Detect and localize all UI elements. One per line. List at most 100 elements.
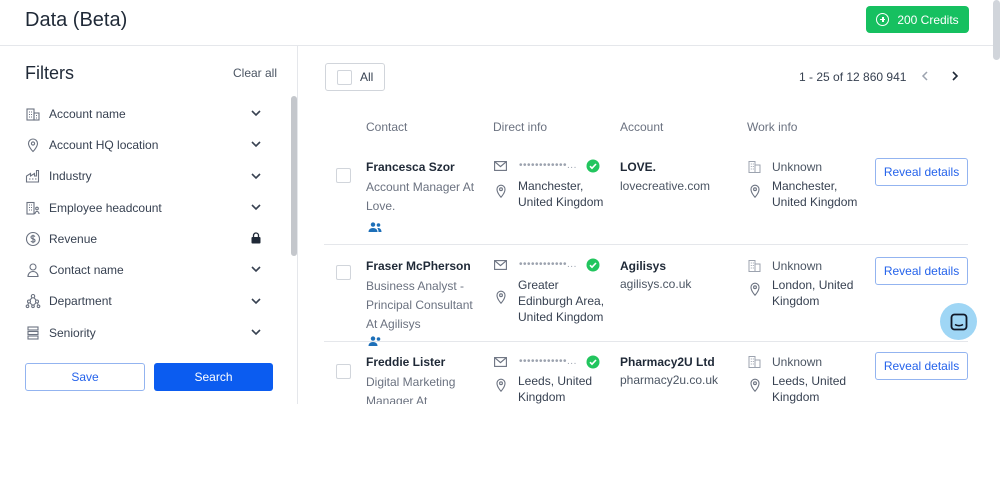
work-location: Leeds, United Kingdom bbox=[772, 374, 847, 404]
chat-launcher-button[interactable] bbox=[940, 303, 977, 340]
filter-label: Account name bbox=[49, 106, 126, 121]
work-status: Unknown bbox=[772, 355, 823, 369]
filters-scrollbar[interactable] bbox=[291, 96, 297, 256]
masked-email: ••••••••••••... bbox=[519, 259, 577, 270]
pin-icon bbox=[496, 184, 506, 198]
filter-revenue[interactable]: Revenue bbox=[25, 223, 270, 254]
pin-icon bbox=[25, 137, 41, 153]
filters-title: Filters bbox=[25, 63, 74, 83]
chevron-down-icon[interactable] bbox=[250, 326, 262, 338]
filter-label: Account HQ location bbox=[49, 137, 159, 152]
filter-account-hq-location[interactable]: Account HQ location bbox=[25, 129, 270, 160]
verified-check-icon bbox=[586, 159, 600, 173]
credits-label: 200 Credits bbox=[897, 12, 959, 27]
building-icon bbox=[748, 356, 761, 368]
page-title: Data (Beta) bbox=[25, 9, 128, 31]
work-status: Unknown bbox=[772, 160, 823, 174]
contact-title: Account Manager At Love. bbox=[366, 180, 475, 213]
account-name[interactable]: LOVE. bbox=[620, 160, 656, 174]
chevron-down-icon[interactable] bbox=[250, 138, 262, 150]
contact-name[interactable]: Francesca Szor bbox=[366, 160, 455, 174]
filter-account-name[interactable]: Account name bbox=[25, 98, 270, 129]
select-all-checkbox[interactable] bbox=[337, 69, 352, 85]
filters-panel: Filters Clear all Account name Account H… bbox=[0, 46, 298, 404]
filter-label: Revenue bbox=[49, 231, 98, 246]
contact-title: Digital Marketing Manager At bbox=[366, 375, 456, 404]
chevron-down-icon[interactable] bbox=[250, 295, 262, 307]
people-icon bbox=[368, 222, 382, 232]
contact-title: Business Analyst - Principal Consultant … bbox=[366, 279, 473, 331]
contact-name[interactable]: Freddie Lister bbox=[366, 355, 445, 369]
filter-label: Employee headcount bbox=[49, 200, 162, 215]
select-all-label: All bbox=[360, 70, 374, 84]
chevron-down-icon[interactable] bbox=[250, 107, 262, 119]
add-circle-icon bbox=[876, 13, 890, 26]
filter-seniority[interactable]: Seniority bbox=[25, 317, 270, 348]
reveal-details-button[interactable]: Reveal details bbox=[875, 257, 968, 285]
filter-contact-name[interactable]: Contact name bbox=[25, 254, 270, 285]
pagination-text: 1 - 25 of 12 860 941 bbox=[799, 70, 907, 84]
search-button[interactable]: Search bbox=[154, 363, 273, 391]
contact-location: Manchester, United Kingdom bbox=[518, 179, 604, 209]
work-location: London, United Kingdom bbox=[772, 278, 854, 308]
chevron-down-icon[interactable] bbox=[250, 201, 262, 213]
column-header-work-info: Work info bbox=[747, 120, 798, 134]
column-header-direct-info: Direct info bbox=[493, 120, 548, 134]
account-name[interactable]: Agilisys bbox=[620, 259, 666, 273]
contact-location: Leeds, United Kingdom bbox=[518, 374, 593, 404]
chevron-down-icon[interactable] bbox=[250, 263, 262, 275]
select-all-control[interactable]: All bbox=[325, 63, 385, 91]
building-icon bbox=[748, 260, 761, 272]
work-status: Unknown bbox=[772, 259, 823, 273]
chevron-down-icon[interactable] bbox=[250, 170, 262, 182]
table-row[interactable]: Freddie Lister Digital Marketing Manager… bbox=[324, 342, 968, 404]
filter-list: Account name Account HQ location Industr… bbox=[25, 98, 270, 348]
filter-industry[interactable]: Industry bbox=[25, 161, 270, 192]
dollar-icon bbox=[25, 231, 41, 247]
seniority-icon bbox=[25, 325, 41, 341]
building-icon bbox=[25, 106, 41, 122]
building-people-icon bbox=[25, 200, 41, 216]
mail-icon bbox=[494, 260, 507, 270]
verified-check-icon bbox=[586, 258, 600, 272]
contact-location: Greater Edinburgh Area, United Kingdom bbox=[518, 278, 605, 324]
org-chart-icon bbox=[25, 293, 41, 309]
credits-button[interactable]: 200 Credits bbox=[866, 6, 969, 33]
reveal-details-button[interactable]: Reveal details bbox=[875, 352, 968, 380]
masked-email: ••••••••••••... bbox=[519, 160, 577, 171]
table-row[interactable]: Fraser McPherson Business Analyst - Prin… bbox=[324, 245, 968, 346]
filter-label: Seniority bbox=[49, 325, 96, 340]
contact-name[interactable]: Fraser McPherson bbox=[366, 259, 471, 273]
filter-label: Department bbox=[49, 294, 112, 309]
account-name[interactable]: Pharmacy2U Ltd bbox=[620, 355, 715, 369]
lock-icon bbox=[251, 232, 261, 244]
chevron-right-icon[interactable] bbox=[949, 69, 961, 83]
filter-label: Industry bbox=[49, 169, 92, 184]
column-header-account: Account bbox=[620, 120, 664, 134]
pin-icon bbox=[750, 378, 760, 392]
row-checkbox[interactable] bbox=[336, 364, 351, 379]
page-scrollbar[interactable] bbox=[993, 0, 1000, 500]
reveal-details-button[interactable]: Reveal details bbox=[875, 158, 968, 186]
account-domain[interactable]: lovecreative.com bbox=[620, 179, 710, 193]
person-icon bbox=[25, 262, 41, 278]
work-location: Manchester, United Kingdom bbox=[772, 179, 858, 209]
verified-check-icon bbox=[586, 355, 600, 369]
mail-icon bbox=[494, 161, 507, 171]
account-domain[interactable]: pharmacy2u.co.uk bbox=[620, 373, 718, 387]
clear-all-link[interactable]: Clear all bbox=[233, 66, 277, 80]
filter-department[interactable]: Department bbox=[25, 286, 270, 317]
masked-email: ••••••••••••... bbox=[519, 356, 577, 367]
row-checkbox[interactable] bbox=[336, 265, 351, 280]
building-icon bbox=[748, 161, 761, 173]
save-button[interactable]: Save bbox=[25, 363, 145, 391]
column-header-contact: Contact bbox=[366, 120, 408, 134]
mail-icon bbox=[494, 357, 507, 367]
table-row[interactable]: Francesca Szor Account Manager At Love. … bbox=[324, 146, 968, 245]
account-domain[interactable]: agilisys.co.uk bbox=[620, 277, 691, 291]
filter-employee-headcount[interactable]: Employee headcount bbox=[25, 192, 270, 223]
results-panel: All 1 - 25 of 12 860 941 Contact Direct … bbox=[299, 46, 993, 404]
page-scrollbar-thumb[interactable] bbox=[993, 0, 1000, 60]
row-checkbox[interactable] bbox=[336, 168, 351, 183]
chevron-left-icon[interactable] bbox=[919, 69, 931, 83]
